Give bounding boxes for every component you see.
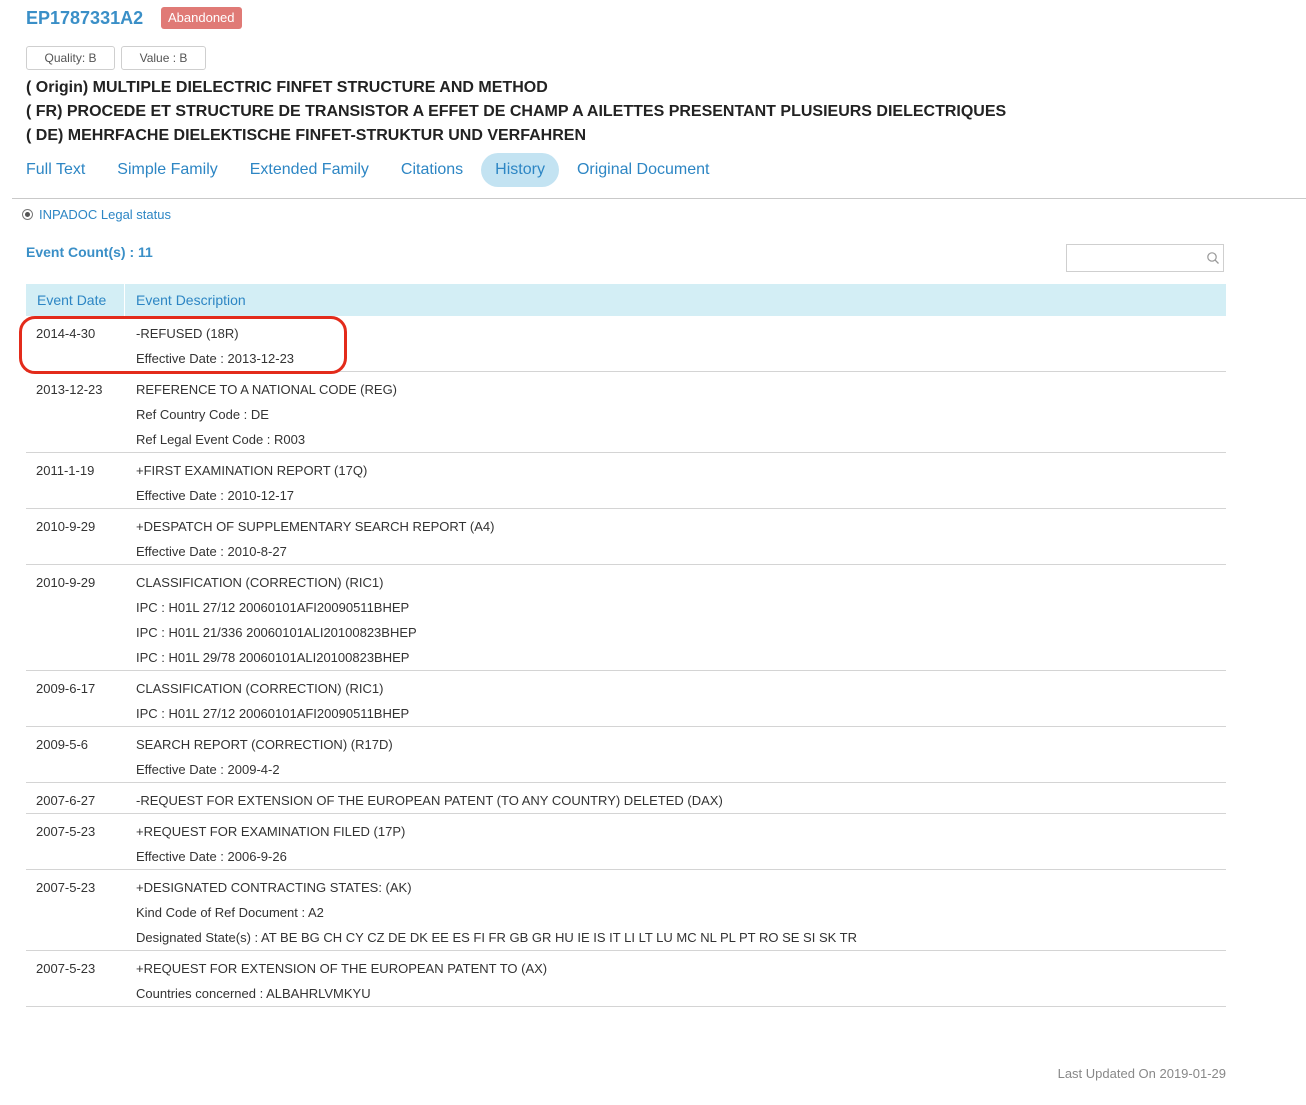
event-date: 2007-5-23 <box>36 961 96 976</box>
event-title: +REQUEST FOR EXTENSION OF THE EUROPEAN P… <box>136 961 548 976</box>
event-detail: Ref Legal Event Code : R003 <box>136 432 306 447</box>
title-de: ( DE) MEHRFACHE DIELEKTISCHE FINFET-STRU… <box>26 127 587 144</box>
value-tag: Value : B <box>121 46 206 70</box>
table-row: 2009-5-6 SEARCH REPORT (CORRECTION) (R17D… <box>26 727 1226 783</box>
table-row: 2007-5-23 +REQUEST FOR EXTENSION OF THE E… <box>26 951 1226 1007</box>
event-date: 2010-9-29 <box>36 519 96 534</box>
search-icon[interactable] <box>1206 251 1220 265</box>
table-header: Event Date Event Description <box>26 284 1226 316</box>
event-description: +DESPATCH OF SUPPLEMENTARY SEARCH REPORT… <box>125 514 494 564</box>
event-description: +REQUEST FOR EXTENSION OF THE EUROPEAN P… <box>125 956 547 1006</box>
table-row: 2010-9-29 +DESPATCH OF SUPPLEMENTARY SEAR… <box>26 509 1226 565</box>
table-row: 2007-6-27 -REQUEST FOR EXTENSION OF THE E… <box>26 783 1226 814</box>
event-title: SEARCH REPORT (CORRECTION) (R17D) <box>136 737 393 752</box>
table-row: 2010-9-29 CLASSIFICATION (CORRECTION) (RI… <box>26 565 1226 671</box>
event-detail: IPC : H01L 29/78 20060101ALI20100823BHEP <box>136 650 410 665</box>
event-date: 2010-9-29 <box>36 575 96 590</box>
event-date: 2007-6-27 <box>36 793 96 808</box>
table-row: 2007-5-23 +REQUEST FOR EXAMINATION FILED … <box>26 814 1226 870</box>
event-description: +DESIGNATED CONTRACTING STATES: (AK) Kind… <box>125 875 857 950</box>
title-origin: ( Origin) MULTIPLE DIELECTRIC FINFET STR… <box>26 79 548 96</box>
header-event-date[interactable]: Event Date <box>26 284 125 316</box>
event-title: +REQUEST FOR EXAMINATION FILED (17P) <box>136 824 406 839</box>
event-title: -REQUEST FOR EXTENSION OF THE EUROPEAN P… <box>136 793 723 808</box>
event-description: +FIRST EXAMINATION REPORT (17Q) Effective… <box>125 458 367 508</box>
event-title: CLASSIFICATION (CORRECTION) (RIC1) <box>136 681 384 696</box>
event-description: SEARCH REPORT (CORRECTION) (R17D) Effecti… <box>125 732 393 782</box>
table-body: 2014-4-30 -REFUSED (18R) Effective Date : … <box>26 316 1226 1007</box>
title-fr: ( FR) PROCEDE ET STRUCTURE DE TRANSISTOR… <box>26 103 1007 120</box>
event-description: CLASSIFICATION (CORRECTION) (RIC1) IPC : … <box>125 676 409 726</box>
table-row: 2014-4-30 -REFUSED (18R) Effective Date : … <box>26 316 1226 372</box>
tab-original-document[interactable]: Original Document <box>563 153 724 187</box>
table-row: 2009-6-17 CLASSIFICATION (CORRECTION) (RI… <box>26 671 1226 727</box>
tab-simple-family[interactable]: Simple Family <box>103 153 231 187</box>
event-description: +REQUEST FOR EXAMINATION FILED (17P) Effe… <box>125 819 405 869</box>
event-detail: Effective Date : 2010-12-17 <box>136 488 295 503</box>
table-row: 2013-12-23 REFERENCE TO A NATIONAL CODE (… <box>26 372 1226 453</box>
event-detail: Ref Country Code : DE <box>136 407 269 422</box>
tab-citations[interactable]: Citations <box>387 153 477 187</box>
event-title: CLASSIFICATION (CORRECTION) (RIC1) <box>136 575 384 590</box>
table-row: 2011-1-19 +FIRST EXAMINATION REPORT (17Q)… <box>26 453 1226 509</box>
event-date: 2014-4-30 <box>36 326 96 341</box>
event-date: 2013-12-23 <box>36 382 103 397</box>
event-detail: Countries concerned : ALBAHRLVMKYU <box>136 986 371 1001</box>
tab-bar: Full Text Simple Family Extended Family … <box>12 153 727 187</box>
event-title: REFERENCE TO A NATIONAL CODE (REG) <box>136 382 398 397</box>
event-detail: Effective Date : 2010-8-27 <box>136 544 287 559</box>
event-title: +DESIGNATED CONTRACTING STATES: (AK) <box>136 880 412 895</box>
legal-status-option[interactable]: INPADOC Legal status <box>22 207 171 222</box>
event-description: -REFUSED (18R) Effective Date : 2013-12-2… <box>125 321 294 371</box>
event-date: 2011-1-19 <box>36 463 95 478</box>
patent-titles: ( Origin) MULTIPLE DIELECTRIC FINFET STR… <box>26 76 1006 148</box>
last-updated: Last Updated On 2019-01-29 <box>1057 1066 1226 1081</box>
search-box <box>1066 244 1224 272</box>
event-description: -REQUEST FOR EXTENSION OF THE EUROPEAN P… <box>125 788 723 813</box>
legal-status-label: INPADOC Legal status <box>39 207 171 222</box>
event-detail: IPC : H01L 27/12 20060101AFI20090511BHEP <box>136 706 410 721</box>
tab-full-text[interactable]: Full Text <box>12 153 99 187</box>
tab-history[interactable]: History <box>481 153 559 187</box>
event-detail: IPC : H01L 21/336 20060101ALI20100823BHE… <box>136 625 417 640</box>
event-detail: Designated State(s) : AT BE BG CH CY CZ … <box>136 930 857 945</box>
event-description: REFERENCE TO A NATIONAL CODE (REG) Ref Co… <box>125 377 397 452</box>
event-detail: Effective Date : 2006-9-26 <box>136 849 287 864</box>
event-date: 2007-5-23 <box>36 880 96 895</box>
event-detail: Kind Code of Ref Document : A2 <box>136 905 324 920</box>
header-event-description[interactable]: Event Description <box>125 284 246 316</box>
status-badge: Abandoned <box>161 7 242 29</box>
event-detail: Effective Date : 2013-12-23 <box>136 351 295 366</box>
event-title: +DESPATCH OF SUPPLEMENTARY SEARCH REPORT… <box>136 519 495 534</box>
event-detail: Effective Date : 2009-4-2 <box>136 762 280 777</box>
event-count: Event Count(s) : 11 <box>26 244 153 260</box>
tab-divider <box>12 198 1306 199</box>
table-row: 2007-5-23 +DESIGNATED CONTRACTING STATES:… <box>26 870 1226 951</box>
event-date: 2009-6-17 <box>36 681 96 696</box>
tab-extended-family[interactable]: Extended Family <box>236 153 383 187</box>
event-date: 2009-5-6 <box>36 737 89 752</box>
radio-selected-icon[interactable] <box>22 209 33 220</box>
event-title: +FIRST EXAMINATION REPORT (17Q) <box>136 463 368 478</box>
event-detail: IPC : H01L 27/12 20060101AFI20090511BHEP <box>136 600 410 615</box>
search-input[interactable] <box>1071 246 1205 272</box>
quality-tag: Quality: B <box>26 46 115 70</box>
history-table: Event Date Event Description 2014-4-30 -R… <box>26 284 1226 1007</box>
event-date: 2007-5-23 <box>36 824 96 839</box>
event-description: CLASSIFICATION (CORRECTION) (RIC1) IPC : … <box>125 570 417 670</box>
event-title: -REFUSED (18R) <box>136 326 239 341</box>
patent-number: EP1787331A2 <box>26 8 144 28</box>
